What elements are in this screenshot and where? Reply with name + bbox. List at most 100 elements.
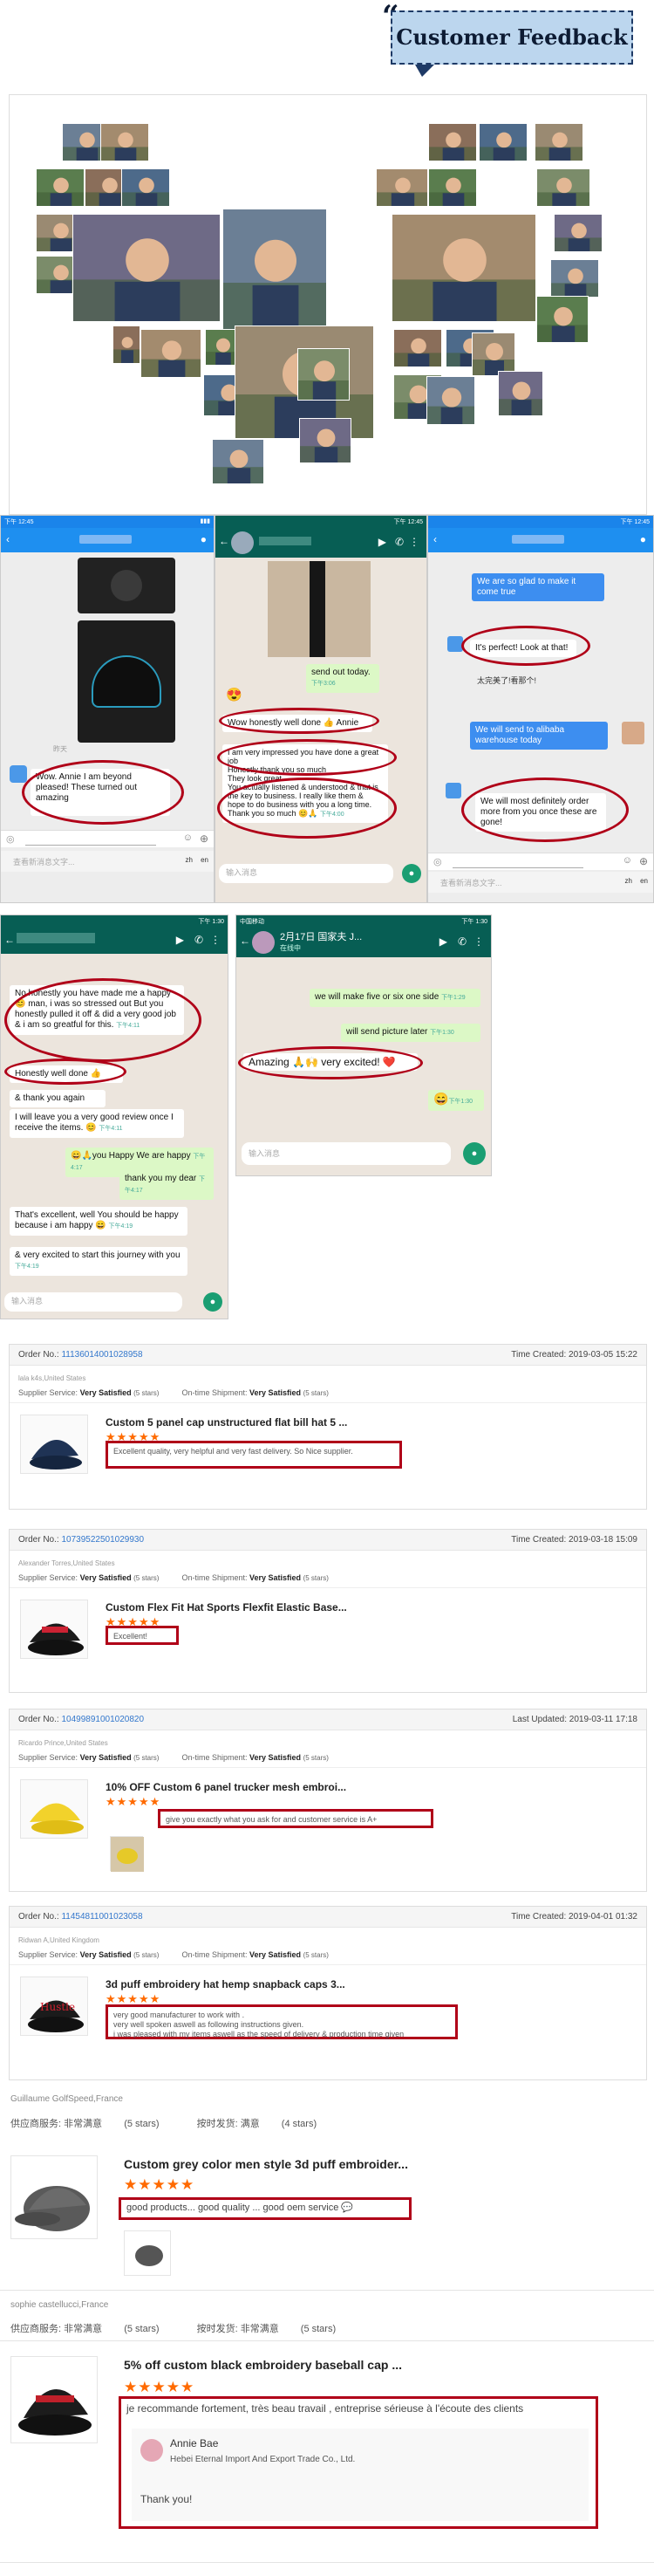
order-header: Order No.: 107395225010299​30 Time Create… [10, 1530, 646, 1551]
rating-stars: ★★★★★ [106, 1795, 161, 1808]
message-time: 下午4:11 [99, 1126, 123, 1132]
message-text: send out today. [311, 668, 371, 677]
highlight-ring [217, 739, 397, 776]
order-number-link[interactable]: 111360140010289​58 [61, 1350, 142, 1360]
header-banner: Customer Feedback [391, 10, 633, 65]
buyer-name: Ridwan A,United Kingdom [18, 1936, 99, 1944]
status-bar: 下午 1:30 [1, 915, 228, 928]
video-icon[interactable]: ▶ [439, 935, 447, 948]
profile-icon[interactable]: ● [640, 533, 646, 545]
order-number-link[interactable]: 107395225010299​30 [61, 1535, 144, 1545]
call-icon[interactable]: ✆ [458, 935, 467, 948]
back-icon[interactable]: ‹ [433, 533, 437, 545]
order-time: 2019-03-11 17:18 [569, 1715, 637, 1724]
voice-icon[interactable]: ◎ [6, 833, 15, 845]
supplier-label: Supplier Service: [18, 1950, 78, 1959]
order-card: Order No.: 104998910010​20820 Last Update… [9, 1709, 647, 1892]
review-photo[interactable] [124, 2230, 171, 2276]
emoji-icon[interactable]: ☺ [183, 832, 193, 843]
blurred-contact-name [259, 537, 311, 545]
status-bar: 下午 12:45 ▮▮▮ [1, 516, 214, 528]
video-icon[interactable]: ▶ [378, 536, 386, 548]
voice-icon[interactable]: ◎ [433, 856, 442, 867]
add-icon[interactable]: ⊕ [200, 832, 208, 845]
review-text: give you exactly what you ask for and cu… [158, 1809, 433, 1828]
menu-icon[interactable]: ⋮ [409, 536, 419, 548]
call-icon[interactable]: ✆ [395, 536, 404, 548]
supplier-value: Very Satisfied [79, 1753, 132, 1762]
ime-bar: 查看新消息文字... zh en [1, 851, 214, 872]
ime-en[interactable]: en [640, 877, 648, 885]
mic-button[interactable]: ● [203, 1292, 222, 1312]
rating-row: Supplier Service: Very Satisfied (5 star… [18, 1753, 329, 1762]
ship-label: 按时发货: [196, 2119, 238, 2129]
order-number-link[interactable]: 104998910010​20820 [61, 1715, 144, 1724]
product-image[interactable] [20, 1779, 88, 1839]
status-bar: 中国移动 下午 1:30 [236, 915, 491, 928]
supplier-label: 供应商服务: [10, 2324, 62, 2334]
input-bar[interactable]: ◎ ☺ ⊕ [1, 830, 214, 847]
review-text: Excellent quality, very helpful and very… [106, 1441, 402, 1469]
ship-label: On-time Shipment: [181, 1573, 248, 1582]
customer-photo [222, 209, 327, 331]
customer-photo [428, 123, 477, 161]
avatar [622, 722, 644, 744]
message-input[interactable] [25, 833, 156, 846]
message-time: 下午1:29 [441, 995, 466, 1001]
ime-en[interactable]: en [201, 856, 208, 864]
ime-zh[interactable]: zh [625, 877, 632, 885]
order-number-group: Order No.: 107395225010299​30 [18, 1535, 144, 1545]
mic-button[interactable]: ● [402, 864, 421, 883]
message-input[interactable]: 输入消息 [4, 1292, 182, 1312]
review-photo[interactable] [110, 1836, 144, 1872]
message-bubble: & thank you again [10, 1090, 106, 1107]
review-highlight: je recommande fortement, très beau trava… [119, 2396, 598, 2529]
rating-stars: ★★★★★ [124, 2176, 195, 2193]
supplier-value: Very Satisfied [79, 1950, 132, 1959]
product-image[interactable]: Hustle [20, 1977, 88, 2036]
profile-icon[interactable]: ● [201, 533, 207, 545]
message-input[interactable] [453, 856, 583, 868]
mic-button[interactable]: ● [463, 1142, 486, 1165]
emoji-icon[interactable]: ☺ [623, 855, 632, 866]
product-image[interactable] [10, 2356, 98, 2443]
product-title[interactable]: Custom Flex Fit Hat Sports Flexfit Elast… [106, 1601, 347, 1613]
product-title[interactable]: Custom 5 panel cap unstructured flat bil… [106, 1416, 347, 1428]
product-title[interactable]: 10% OFF Custom 6 panel trucker mesh embr… [106, 1781, 346, 1793]
highlight-ring [22, 760, 184, 825]
order-time-group: Time Created: 2019-04-01 01:32 [511, 1912, 637, 1922]
message-input[interactable]: 输入消息 [219, 864, 393, 883]
shared-photo [268, 561, 371, 657]
divider [10, 1402, 646, 1403]
chat-header: ‹ ● [1, 528, 214, 552]
product-image[interactable] [20, 1415, 88, 1474]
add-icon[interactable]: ⊕ [639, 855, 648, 867]
call-icon[interactable]: ✆ [194, 934, 203, 946]
product-image[interactable] [20, 1600, 88, 1659]
ime-zh[interactable]: zh [186, 856, 193, 864]
customer-photo [36, 168, 85, 207]
supplier-label: Supplier Service: [18, 1753, 78, 1762]
back-icon[interactable]: ← [219, 535, 229, 547]
back-icon[interactable]: ← [240, 935, 250, 947]
order-header: Order No.: 114548110010​23058 Time Create… [10, 1907, 646, 1928]
menu-icon[interactable]: ⋮ [210, 934, 221, 946]
chat-header: ← ▶ ✆ ⋮ [1, 928, 228, 954]
product-title[interactable]: 5% off custom black embroidery baseball … [124, 2358, 402, 2372]
cap-icon: Hustle [21, 2000, 89, 2039]
status-time: 下午 1:30 [461, 919, 487, 925]
back-icon[interactable]: ‹ [6, 533, 10, 545]
message-input[interactable]: 输入消息 [242, 1142, 451, 1165]
menu-icon[interactable]: ⋮ [473, 935, 484, 948]
ship-value: 非常满意 [240, 2324, 279, 2334]
product-image[interactable] [10, 2155, 98, 2239]
message-text: We are so glad to make it come true [477, 577, 576, 597]
blurred-contact-name [17, 933, 95, 943]
input-bar[interactable]: ◎ ☺ ⊕ [428, 853, 653, 870]
product-title[interactable]: Custom grey color men style 3d puff embr… [124, 2157, 408, 2171]
highlight-ring [461, 778, 629, 842]
video-icon[interactable]: ▶ [176, 934, 184, 946]
product-title[interactable]: 3d puff embroidery hat hemp snapback cap… [106, 1978, 345, 1990]
order-number-link[interactable]: 114548110010​23058 [61, 1912, 142, 1922]
back-icon[interactable]: ← [4, 934, 15, 946]
